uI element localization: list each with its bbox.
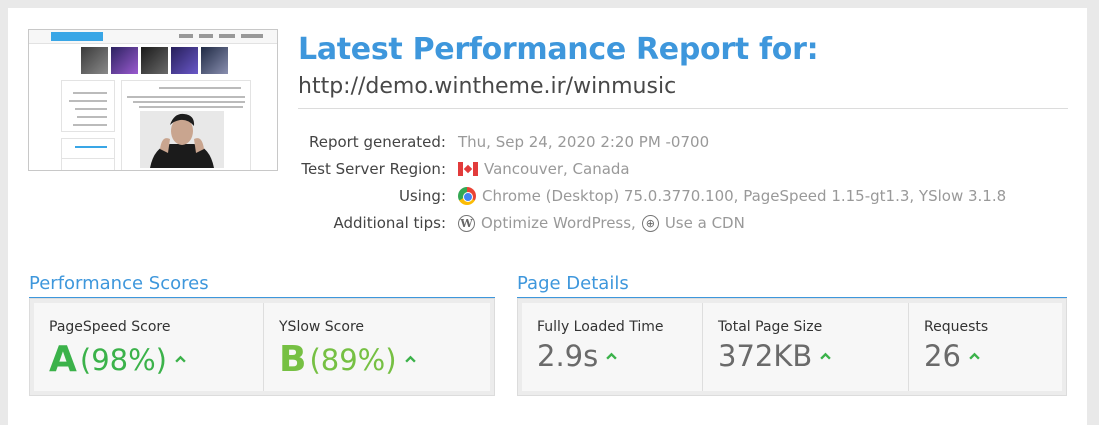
fully-loaded-time-value: 2.9s [537, 339, 617, 373]
pagespeed-score-value: A (98%) [49, 339, 186, 380]
info-row-additional-tips: Additional tips: W Optimize WordPress, ⊕… [218, 214, 978, 236]
yslow-grade: B [279, 339, 307, 380]
fully-loaded-time-cell[interactable]: Fully Loaded Time 2.9s [522, 303, 702, 391]
pagespeed-score-label: PageSpeed Score [49, 319, 171, 335]
pagespeed-score-cell[interactable]: PageSpeed Score A (98%) [34, 303, 263, 391]
test-server-region-value: Vancouver, Canada [458, 160, 630, 178]
page-details-panel: Fully Loaded Time 2.9s Total Page Size 3… [517, 298, 1067, 396]
yslow-score-cell[interactable]: YSlow Score B (89%) [263, 303, 490, 391]
report-url[interactable]: http://demo.wintheme.ir/winmusic [298, 74, 676, 99]
up-arrow-icon [404, 355, 416, 363]
performance-scores-heading: Performance Scores [29, 273, 209, 294]
chrome-icon [458, 187, 476, 205]
report-title: Latest Performance Report for: [298, 32, 819, 67]
total-page-size-label: Total Page Size [718, 319, 823, 335]
requests-cell[interactable]: Requests 26 [908, 303, 1062, 391]
wordpress-icon: W [458, 214, 475, 232]
report-generated-value: Thu, Sep 24, 2020 2:20 PM -0700 [458, 133, 710, 151]
info-row-using: Using: Chrome (Desktop) 75.0.3770.100, P… [218, 187, 1006, 209]
header-divider [298, 108, 1068, 109]
requests-label: Requests [924, 319, 989, 335]
fully-loaded-time-label: Fully Loaded Time [537, 319, 664, 335]
info-row-report-generated: Report generated: Thu, Sep 24, 2020 2:20… [218, 133, 978, 155]
canada-flag-icon [458, 162, 478, 176]
additional-tips-value: W Optimize WordPress, ⊕ Use a CDN [458, 214, 745, 232]
globe-icon: ⊕ [641, 214, 659, 232]
requests-value: 26 [924, 339, 980, 373]
page-details-heading: Page Details [517, 273, 629, 294]
use-cdn-link[interactable]: Use a CDN [665, 214, 745, 232]
up-arrow-icon [175, 355, 186, 363]
pagespeed-grade: A [49, 339, 77, 380]
up-arrow-icon [820, 352, 832, 360]
total-page-size-value: 372KB [718, 339, 832, 373]
info-row-test-server-region: Test Server Region: Vancouver, Canada [218, 160, 978, 182]
optimize-wordpress-link[interactable]: Optimize WordPress, [481, 214, 636, 232]
report-generated-label: Report generated: [308, 133, 446, 151]
using-label: Using: [398, 187, 446, 205]
report-card: Latest Performance Report for: http://de… [8, 8, 1087, 425]
performance-scores-panel: PageSpeed Score A (98%) YSlow Score B (8… [29, 298, 495, 396]
pagespeed-percent: (98%) [79, 342, 167, 377]
up-arrow-icon [969, 352, 980, 360]
additional-tips-label: Additional tips: [333, 214, 446, 232]
yslow-percent: (89%) [309, 342, 397, 377]
yslow-score-value: B (89%) [279, 339, 416, 380]
yslow-score-label: YSlow Score [279, 319, 365, 335]
using-value: Chrome (Desktop) 75.0.3770.100, PageSpee… [458, 187, 1006, 205]
total-page-size-cell[interactable]: Total Page Size 372KB [702, 303, 908, 391]
test-server-region-label: Test Server Region: [301, 160, 446, 178]
up-arrow-icon [606, 352, 617, 360]
